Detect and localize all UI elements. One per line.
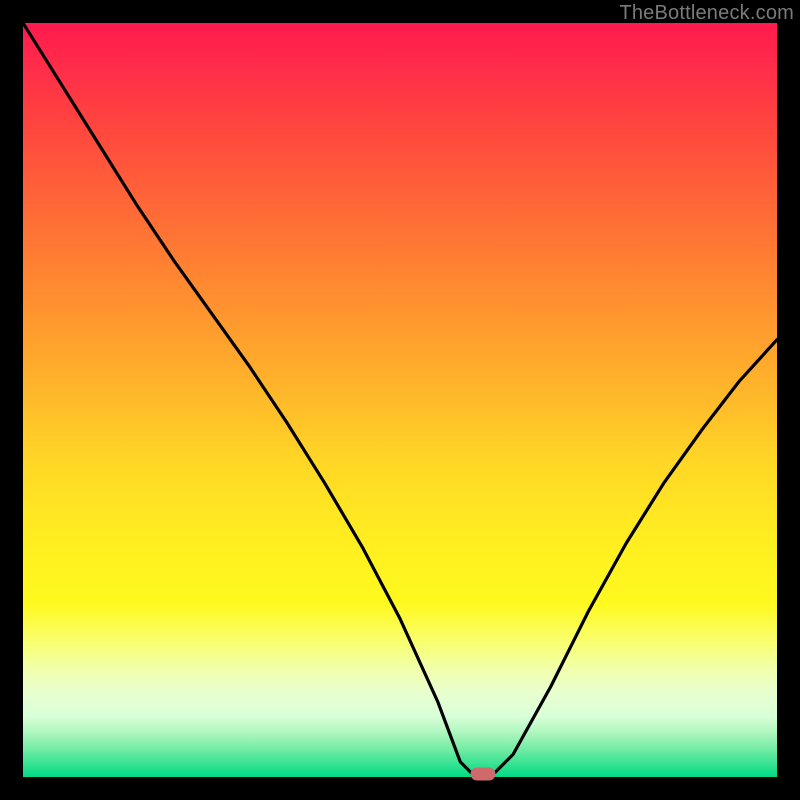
bottleneck-curve bbox=[23, 23, 777, 777]
chart-frame: TheBottleneck.com bbox=[0, 0, 800, 800]
curve-layer bbox=[23, 23, 777, 777]
watermark-text: TheBottleneck.com bbox=[619, 2, 794, 25]
plot-area bbox=[23, 23, 777, 777]
optimal-point-marker bbox=[470, 768, 495, 781]
